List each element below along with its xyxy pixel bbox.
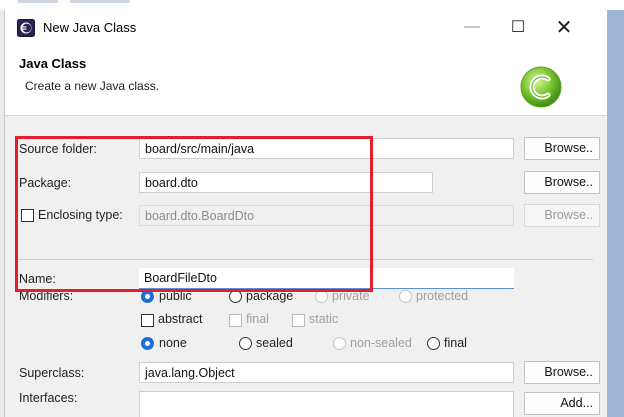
background-top-strip (0, 0, 624, 10)
wizard-title: Java Class (19, 56, 87, 71)
sealing-final-label: final (444, 336, 467, 350)
modifier-abstract-label: abstract (158, 312, 203, 326)
interfaces-label: Interfaces: (19, 391, 78, 405)
enclosing-type-browse-button: Browse.. (524, 204, 600, 227)
interfaces-add-button[interactable]: Add... (524, 392, 600, 415)
sealing-final-radio[interactable] (427, 337, 440, 350)
wizard-header: Java Class Create a new Java class. (5, 44, 607, 116)
package-browse-button[interactable]: Browse.. (524, 171, 600, 194)
close-button[interactable]: ✕ (541, 10, 587, 44)
new-java-class-dialog: New Java Class — ☐ ✕ Java Class Create a… (4, 10, 607, 417)
modifier-final-label: final (246, 312, 269, 326)
sealing-non-sealed-radio (333, 337, 346, 350)
java-class-c-icon (520, 66, 562, 108)
minimize-button[interactable]: — (449, 10, 495, 44)
modifier-protected-radio (399, 290, 412, 303)
sealing-sealed-radio[interactable] (239, 337, 252, 350)
sealing-none-radio[interactable] (141, 337, 154, 350)
interfaces-list[interactable] (139, 391, 514, 417)
source-folder-browse-button[interactable]: Browse.. (524, 137, 600, 160)
modifier-static-checkbox (292, 314, 305, 327)
window-title: New Java Class (43, 20, 137, 35)
superclass-browse-button[interactable]: Browse.. (524, 361, 600, 384)
sealing-none-label: none (159, 336, 187, 350)
highlight-box (15, 136, 373, 292)
title-bar: New Java Class — ☐ ✕ (5, 10, 607, 44)
sealing-sealed-label: sealed (256, 336, 293, 350)
eclipse-icon (17, 19, 35, 37)
modifier-static-label: static (309, 312, 339, 326)
superclass-label: Superclass: (19, 366, 85, 380)
superclass-field[interactable]: java.lang.Object (139, 362, 514, 383)
sealing-non-sealed-label: non-sealed (350, 336, 412, 350)
modifier-protected-label: protected (416, 289, 469, 303)
modifier-abstract-checkbox[interactable] (141, 314, 154, 327)
maximize-button[interactable]: ☐ (495, 10, 541, 44)
modifier-final-checkbox (229, 314, 242, 327)
wizard-description: Create a new Java class. (25, 79, 160, 93)
